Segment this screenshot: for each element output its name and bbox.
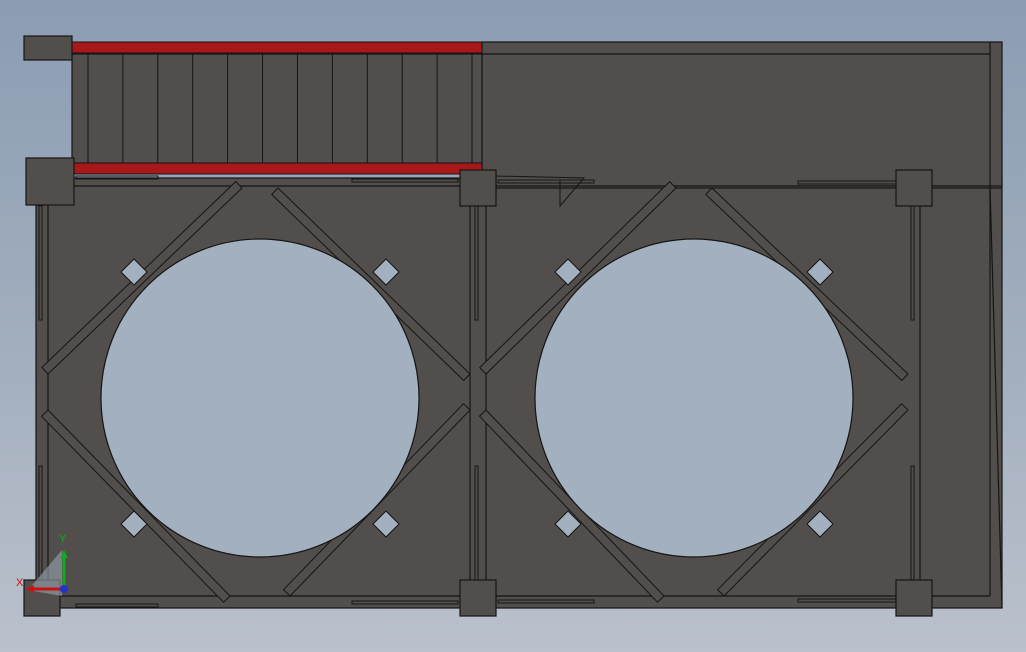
triad-x-label: X [16, 577, 24, 589]
structure-top-view[interactable] [0, 0, 1026, 652]
circular-opening [100, 238, 420, 558]
cad-viewport[interactable]: Y X [0, 0, 1026, 652]
stair-well [71, 53, 483, 165]
post-center-lower [459, 579, 497, 617]
post-center-upper [459, 169, 497, 207]
post-top-left [23, 35, 73, 61]
handrail-bottom [71, 162, 483, 175]
post-left-upper [25, 157, 75, 206]
triad-z-axis [60, 585, 68, 593]
circular-opening [534, 238, 854, 558]
triad-y-label: Y [59, 533, 67, 545]
handrail-top [71, 41, 483, 54]
post-right-lower [895, 579, 933, 617]
landing-platform [481, 41, 1003, 189]
post-right-upper [895, 169, 933, 207]
